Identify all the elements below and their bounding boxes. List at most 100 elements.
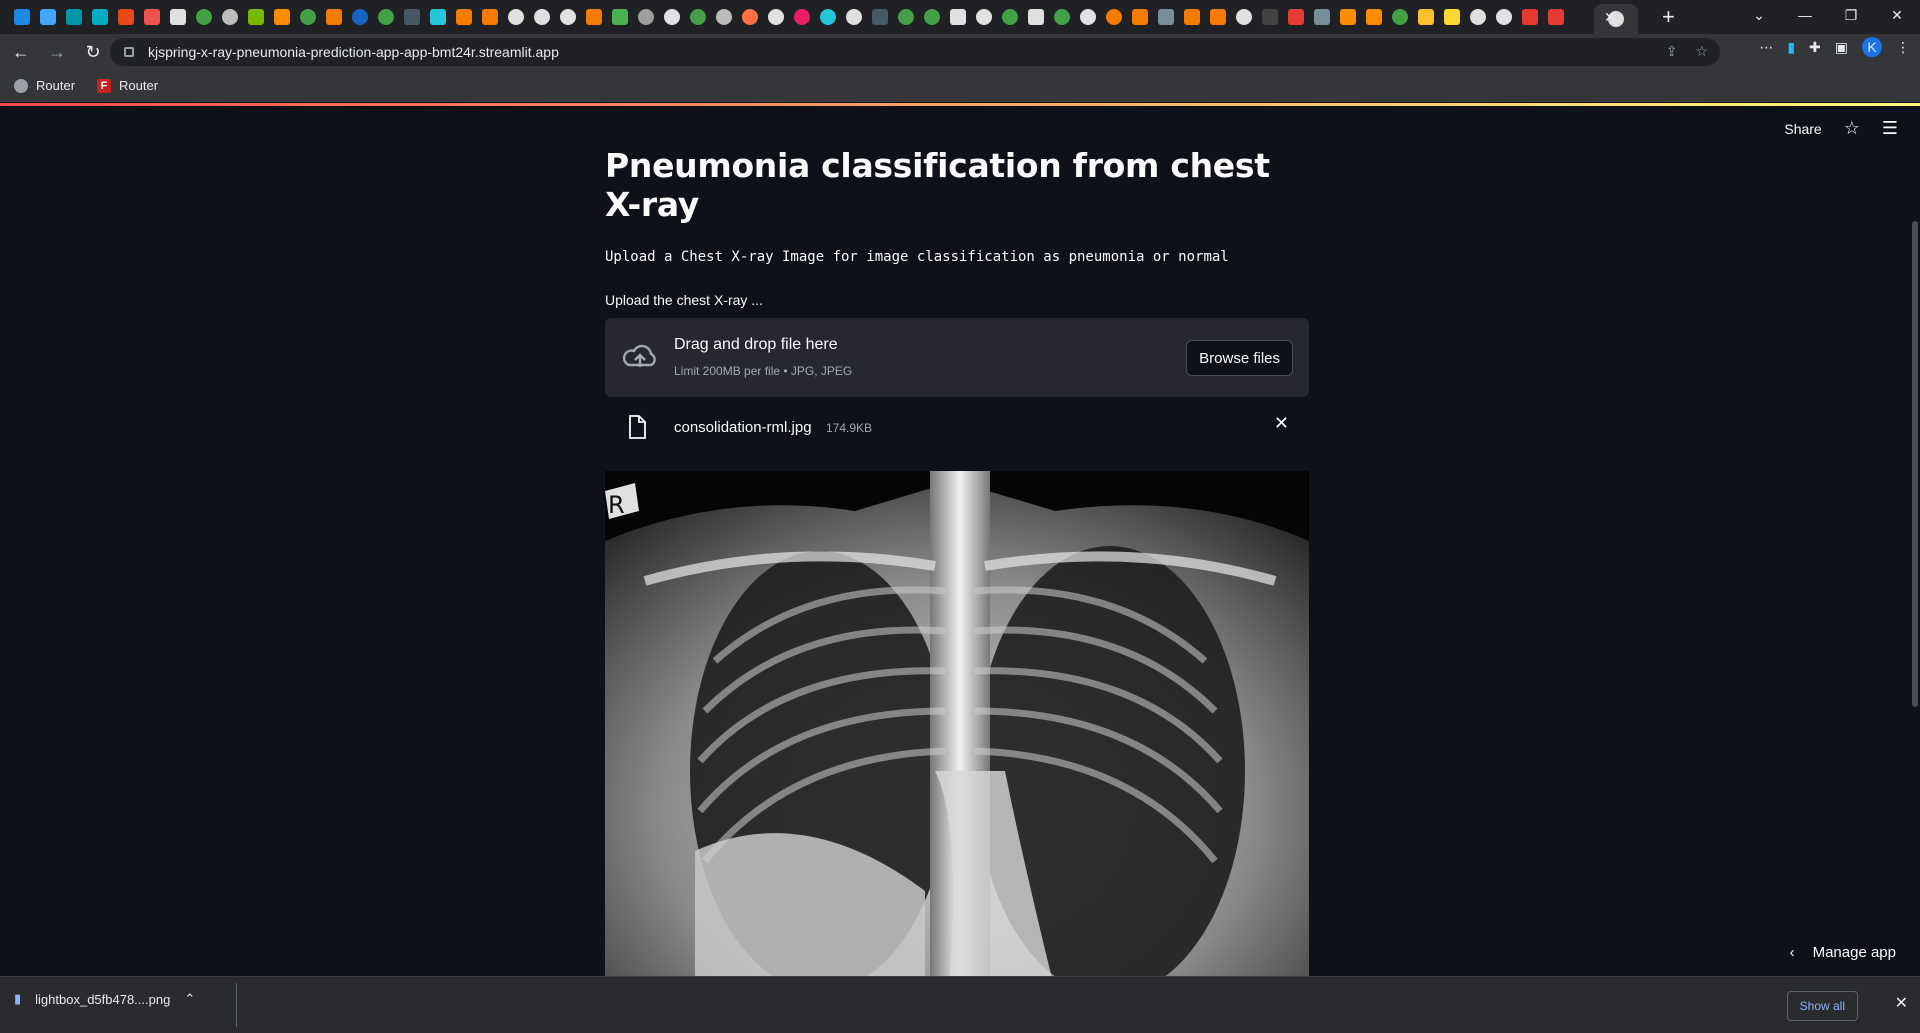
tab-favicon-icon[interactable]: [1496, 9, 1512, 25]
tab-favicon-icon[interactable]: [248, 9, 264, 25]
uploaded-file-size: 174.9KB: [826, 421, 873, 435]
tab-favicon-icon[interactable]: [1132, 9, 1148, 25]
tab-favicon-icon[interactable]: [326, 9, 342, 25]
show-all-button[interactable]: Show all: [1786, 991, 1858, 1021]
browser-toolbar: ← → ↻ kjspring-x-ray-pneumonia-predictio…: [0, 34, 1920, 70]
browser-menu-icon[interactable]: ⋮: [1896, 39, 1910, 56]
download-item[interactable]: ▮ lightbox_d5fb478....png ⌃: [14, 991, 195, 1007]
tab-favicon-icon[interactable]: [586, 9, 602, 25]
tab-favicon-icon[interactable]: [274, 9, 290, 25]
tab-favicon-icon[interactable]: [1444, 9, 1460, 25]
tab-favicon-icon[interactable]: [638, 9, 654, 25]
tab-favicon-icon[interactable]: [404, 9, 420, 25]
tab-search-icon[interactable]: ⌄: [1736, 0, 1782, 30]
back-icon[interactable]: ←: [6, 37, 36, 67]
tab-favicon-icon[interactable]: [1210, 9, 1226, 25]
tab-favicon-icon[interactable]: [1392, 9, 1408, 25]
file-dropzone[interactable]: Drag and drop file here Limit 200MB per …: [605, 318, 1309, 397]
tab-favicon-icon[interactable]: [1054, 9, 1070, 25]
close-tab-icon[interactable]: ✕: [1604, 9, 1616, 26]
remove-file-icon[interactable]: ✕: [1274, 413, 1289, 434]
page-scrollbar[interactable]: [1912, 221, 1918, 707]
tab-favicon-icon[interactable]: [1028, 9, 1044, 25]
tab-favicon-icon[interactable]: [846, 9, 862, 25]
tab-favicon-icon[interactable]: [118, 9, 134, 25]
extensions-puzzle-icon[interactable]: ✚: [1809, 39, 1821, 56]
tab-favicon-icon[interactable]: [40, 9, 56, 25]
bookmark-star-icon[interactable]: ☆: [1695, 43, 1708, 60]
tab-favicon-icon[interactable]: [1470, 9, 1486, 25]
tab-favicon-icon[interactable]: [222, 9, 238, 25]
tab-favicon-icon[interactable]: [66, 9, 82, 25]
tab-favicon-icon[interactable]: [950, 9, 966, 25]
tab-favicon-icon[interactable]: [1288, 9, 1304, 25]
new-tab-icon[interactable]: +: [1662, 5, 1675, 29]
tab-favicon-icon[interactable]: [1106, 9, 1122, 25]
close-download-bar-icon[interactable]: ✕: [1895, 993, 1908, 1013]
page-subtitle: Upload a Chest X-ray Image for image cla…: [605, 249, 1229, 265]
share-page-icon[interactable]: ⇪: [1666, 43, 1678, 60]
extension-icon[interactable]: ▮: [1787, 39, 1795, 56]
tab-favicon-icon[interactable]: [1080, 9, 1096, 25]
tab-favicon-icon[interactable]: [1002, 9, 1018, 25]
forward-icon[interactable]: →: [42, 37, 72, 67]
restore-icon[interactable]: ❐: [1828, 0, 1874, 30]
tab-favicon-icon[interactable]: [768, 9, 784, 25]
tab-favicon-icon[interactable]: [898, 9, 914, 25]
tab-favicon-icon[interactable]: [794, 9, 810, 25]
tab-favicon-icon[interactable]: [534, 9, 550, 25]
tab-favicon-icon[interactable]: [508, 9, 524, 25]
tab-favicon-icon[interactable]: [872, 9, 888, 25]
active-tab[interactable]: [1594, 4, 1638, 34]
tab-favicon-icon[interactable]: [1522, 9, 1538, 25]
tab-favicon-icon[interactable]: [1418, 9, 1434, 25]
tab-favicon-icon[interactable]: [482, 9, 498, 25]
tab-favicon-icon[interactable]: [820, 9, 836, 25]
tab-favicon-icon[interactable]: [378, 9, 394, 25]
side-panel-icon[interactable]: ▣: [1835, 39, 1848, 56]
minimize-icon[interactable]: —: [1782, 0, 1828, 30]
tab-favicon-icon[interactable]: [92, 9, 108, 25]
extension-icon[interactable]: ⋯: [1759, 39, 1773, 56]
reload-icon[interactable]: ↻: [78, 37, 108, 67]
lock-icon[interactable]: [124, 47, 134, 57]
tab-favicon-icon[interactable]: [716, 9, 732, 25]
tab-favicon-icon[interactable]: [560, 9, 576, 25]
bookmark-router-f[interactable]: F Router: [97, 78, 158, 93]
share-button[interactable]: Share: [1784, 121, 1821, 137]
tab-favicon-icon[interactable]: [1158, 9, 1174, 25]
browse-files-button[interactable]: Browse files: [1186, 340, 1293, 376]
tab-favicon-icon[interactable]: [742, 9, 758, 25]
tab-favicon-icon[interactable]: [144, 9, 160, 25]
tab-favicon-icon[interactable]: [456, 9, 472, 25]
tab-favicon-icon[interactable]: [690, 9, 706, 25]
close-window-icon[interactable]: ✕: [1874, 0, 1920, 30]
window-controls: ⌄ — ❐ ✕: [1736, 0, 1920, 30]
tab-favicon-icon[interactable]: [1236, 9, 1252, 25]
hamburger-menu-icon[interactable]: ☰: [1882, 118, 1898, 139]
manage-app-button[interactable]: ‹ Manage app: [1790, 944, 1896, 961]
tab-favicon-icon[interactable]: [664, 9, 680, 25]
tab-favicon-icon[interactable]: [1340, 9, 1356, 25]
tab-favicon-icon[interactable]: [1314, 9, 1330, 25]
tab-favicon-icon[interactable]: [196, 9, 212, 25]
chevron-up-icon[interactable]: ⌃: [184, 991, 195, 1007]
tab-favicon-icon[interactable]: [1184, 9, 1200, 25]
profile-avatar[interactable]: K: [1862, 37, 1882, 57]
tab-favicon-icon[interactable]: [612, 9, 628, 25]
address-bar[interactable]: kjspring-x-ray-pneumonia-prediction-app-…: [110, 38, 1720, 66]
url-text[interactable]: kjspring-x-ray-pneumonia-prediction-app-…: [148, 44, 559, 60]
tab-favicon-icon[interactable]: [300, 9, 316, 25]
tab-favicon-icon[interactable]: [1366, 9, 1382, 25]
tab-favicon-icon[interactable]: [170, 9, 186, 25]
bookmark-router[interactable]: Router: [14, 78, 75, 93]
star-icon[interactable]: ☆: [1844, 118, 1860, 139]
uploader-label: Upload the chest X-ray ...: [605, 292, 763, 308]
tab-favicon-icon[interactable]: [1262, 9, 1278, 25]
tab-favicon-icon[interactable]: [430, 9, 446, 25]
tab-favicon-icon[interactable]: [924, 9, 940, 25]
tab-favicon-icon[interactable]: [352, 9, 368, 25]
tab-favicon-icon[interactable]: [14, 9, 30, 25]
tab-favicon-icon[interactable]: [976, 9, 992, 25]
tab-favicon-icon[interactable]: [1548, 9, 1564, 25]
